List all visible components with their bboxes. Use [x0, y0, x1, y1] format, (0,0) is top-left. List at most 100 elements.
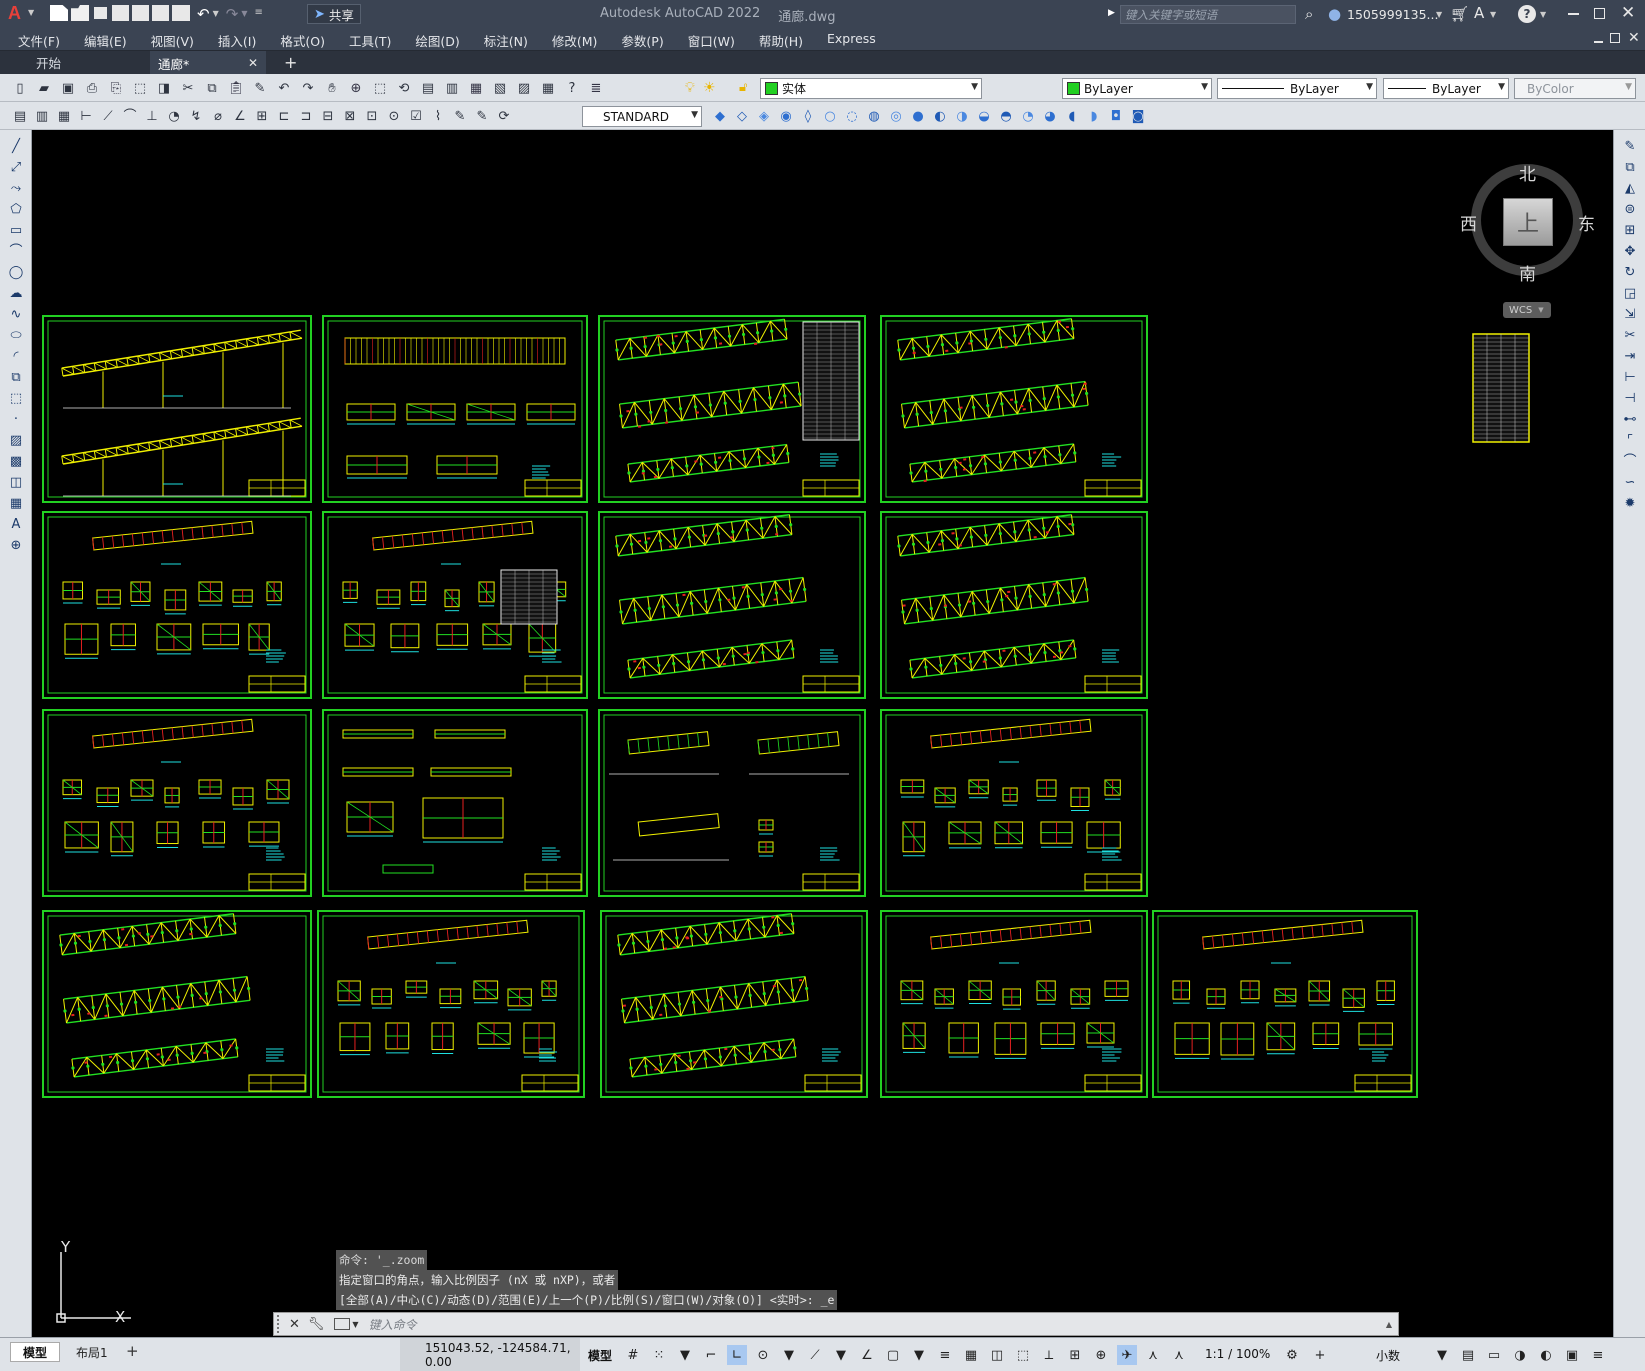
snap-icon[interactable]: ⁙	[649, 1345, 669, 1365]
view-iso2-icon[interactable]: ◇	[732, 106, 752, 126]
minimize-icon[interactable]	[1568, 13, 1579, 15]
viewcube[interactable]: 上 北 南 西 东	[1460, 158, 1595, 285]
tab-model[interactable]: 模型	[10, 1342, 61, 1362]
blend-icon[interactable]: ∽	[1620, 472, 1640, 492]
user-name[interactable]: 1505999135...	[1347, 7, 1438, 22]
maximize-icon[interactable]	[1594, 8, 1605, 19]
solid-edit4-icon[interactable]: ◍	[864, 106, 884, 126]
hardware-accel-icon[interactable]: ◐	[1536, 1345, 1556, 1365]
menu-format[interactable]: 格式(O)	[268, 31, 337, 50]
orbit-icon[interactable]: ◉	[776, 106, 796, 126]
dim-space-icon[interactable]: ⊟	[318, 106, 338, 126]
autodesk-dropdown-icon[interactable]: ▼	[1490, 10, 1496, 19]
stretch-icon[interactable]: ⇲	[1620, 304, 1640, 324]
polygon-icon[interactable]: ⬠	[6, 199, 26, 219]
doc-close-icon[interactable]: ✕	[1628, 30, 1640, 46]
tab-close-icon[interactable]: ✕	[248, 56, 258, 70]
menu-file[interactable]: 文件(F)	[6, 31, 72, 50]
isolate-objects-icon[interactable]: ◑	[1510, 1345, 1530, 1365]
share-button[interactable]: ➤ 共享	[307, 4, 361, 24]
region-icon[interactable]: ◫	[6, 472, 26, 492]
new-icon[interactable]: ▯	[10, 78, 30, 98]
command-customize-icon[interactable]: 🔧︎	[308, 1317, 325, 1332]
trim-icon[interactable]: ✂	[1620, 325, 1640, 345]
linear-dim-icon[interactable]: ⊢	[76, 106, 96, 126]
properties-icon[interactable]: ▤	[418, 78, 438, 98]
command-recent-icon[interactable]	[334, 1318, 351, 1330]
command-grip-icon[interactable]	[277, 1315, 285, 1333]
solid-edit1-icon[interactable]: ◊	[798, 106, 818, 126]
publish-icon[interactable]: ⬚	[130, 78, 150, 98]
table-icon[interactable]: ▦	[6, 493, 26, 513]
clean-screen-icon[interactable]: ▣	[1562, 1345, 1582, 1365]
arc-icon[interactable]: ⌒	[6, 241, 26, 261]
linetype-dropdown[interactable]: ByLayer ▼	[1217, 78, 1377, 99]
quick-dim-icon[interactable]: ⊞	[252, 106, 272, 126]
solid-edit8-icon[interactable]: ◑	[952, 106, 972, 126]
ellipse-icon[interactable]: ⬭	[6, 325, 26, 345]
object-snap-dropdown-icon[interactable]: ▼	[909, 1345, 929, 1365]
solid-edit13-icon[interactable]: ◖	[1062, 106, 1082, 126]
layer-state-icon[interactable]: ▥	[32, 106, 52, 126]
color-dropdown[interactable]: ByLayer ▼	[1062, 78, 1212, 99]
auto-scale-icon[interactable]: ⋏	[1143, 1345, 1163, 1365]
circle-icon[interactable]: ◯	[6, 262, 26, 282]
solid-edit11-icon[interactable]: ◔	[1018, 106, 1038, 126]
mtext-icon[interactable]: A	[6, 514, 26, 534]
menu-insert[interactable]: 插入(I)	[206, 31, 268, 50]
plot-icon[interactable]	[172, 5, 190, 21]
new-icon[interactable]	[50, 5, 68, 21]
paste-icon[interactable]: 📋︎	[226, 78, 246, 98]
annotation-scale[interactable]: 1:1 / 100%	[1205, 1347, 1270, 1361]
diameter-icon[interactable]: ⌀	[208, 106, 228, 126]
selection-cycling-icon[interactable]: ◫	[987, 1345, 1007, 1365]
viewcube-face-top[interactable]: 上	[1503, 198, 1553, 246]
solid-edit15-icon[interactable]: ◘	[1106, 106, 1126, 126]
center-mark-icon[interactable]: ⊙	[384, 106, 404, 126]
save-web-icon[interactable]	[152, 5, 169, 21]
menu-view[interactable]: 视图(V)	[139, 31, 206, 50]
doc-minimize-icon[interactable]	[1594, 41, 1603, 43]
ordinate-icon[interactable]: ⊥	[142, 106, 162, 126]
workspace-icon[interactable]: ⚙	[1282, 1345, 1302, 1365]
close-icon[interactable]: ✕	[1621, 3, 1635, 23]
autodesk-icon[interactable]: A	[1474, 4, 1484, 22]
menu-tools[interactable]: 工具(T)	[337, 31, 403, 50]
solid-edit16-icon[interactable]: ◙	[1128, 106, 1148, 126]
solid-edit12-icon[interactable]: ◕	[1040, 106, 1060, 126]
fillet-icon[interactable]: ⌒	[1620, 451, 1640, 471]
dynamic-ucs-icon[interactable]: ⟂	[1039, 1345, 1059, 1365]
snap-dropdown-icon[interactable]: ▼	[675, 1345, 695, 1365]
make-block-icon[interactable]: ⬚	[6, 388, 26, 408]
polar-dropdown-icon[interactable]: ▼	[779, 1345, 799, 1365]
view-iso3-icon[interactable]: ◈	[754, 106, 774, 126]
polar-icon[interactable]: ⊙	[753, 1345, 773, 1365]
grid-icon[interactable]: #	[623, 1345, 643, 1365]
save-icon[interactable]: ▣	[58, 78, 78, 98]
array-icon[interactable]: ⊞	[1620, 220, 1640, 240]
dimstyle-dropdown[interactable]: STANDARD ▼	[582, 106, 702, 127]
line-icon[interactable]: ╱	[6, 136, 26, 156]
ellipse-arc-icon[interactable]: ◜	[6, 346, 26, 366]
object-snap-icon[interactable]: ▢	[883, 1345, 903, 1365]
tool-palettes-icon[interactable]: ▦	[466, 78, 486, 98]
transparency-icon[interactable]: ▦	[961, 1345, 981, 1365]
solid-edit3-icon[interactable]: ◌	[842, 106, 862, 126]
redo-icon[interactable]: ↷	[226, 5, 239, 23]
units-dropdown-icon[interactable]: ▼	[1432, 1345, 1452, 1365]
markup-icon[interactable]: ▨	[514, 78, 534, 98]
chevron-up-icon[interactable]: ▲	[1386, 1320, 1392, 1329]
command-close-icon[interactable]: ✕	[289, 1317, 300, 1332]
redo-dropdown-icon[interactable]: ▼	[241, 9, 247, 23]
inspect-icon[interactable]: ☑	[406, 106, 426, 126]
autocad-logo[interactable]: A	[8, 3, 21, 24]
lineweight-icon[interactable]: ≡	[935, 1345, 955, 1365]
radius-icon[interactable]: ◔	[164, 106, 184, 126]
dim-edit-icon[interactable]: ✎	[450, 106, 470, 126]
cart-icon[interactable]: 🛒︎	[1450, 5, 1469, 23]
tolerance-icon[interactable]: ⊡	[362, 106, 382, 126]
undo-dropdown-icon[interactable]: ▼	[213, 9, 219, 23]
solid-edit7-icon[interactable]: ◐	[930, 106, 950, 126]
revision-cloud-icon[interactable]: ☁	[6, 283, 26, 303]
user-icon[interactable]: ●	[1328, 5, 1341, 23]
